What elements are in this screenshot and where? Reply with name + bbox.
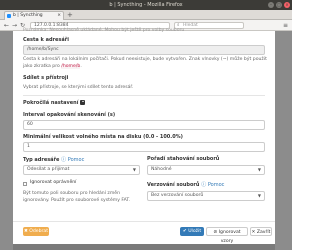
hamburger-menu-icon[interactable]: ≡ xyxy=(283,22,288,29)
share-with-devices-label: Sdílet s přístroji xyxy=(23,75,69,81)
rescan-interval-input[interactable]: 60 xyxy=(23,120,265,130)
window-title: b | Syncthing - Mozilla Firefox xyxy=(109,2,183,8)
search-input[interactable]: ⌕ Hledat xyxy=(174,22,244,29)
tab-strip: b | Syncthing × + xyxy=(0,10,292,20)
check-icon: ✔ xyxy=(182,229,187,234)
collapse-icon[interactable]: – xyxy=(80,100,86,105)
close-button[interactable]: ✕ Zavřít xyxy=(250,227,272,236)
file-versioning-label: Verzování souborů ⓘ Pomoc xyxy=(147,182,225,188)
folder-path-input[interactable]: /home/b/Sync xyxy=(23,45,265,55)
ignore-permissions-checkbox[interactable] xyxy=(23,182,27,186)
remove-folder-button[interactable]: ✖ Odebrat xyxy=(23,227,49,236)
save-button[interactable]: ✔ Uložit xyxy=(180,227,204,236)
file-versioning-value: Bez verzování souborů xyxy=(151,193,204,198)
trash-icon: ✖ xyxy=(23,229,28,234)
advanced-settings-toggle[interactable]: Pokročilá nastavení – xyxy=(23,100,86,106)
folder-type-value: Odesílat a přijímat xyxy=(27,167,70,172)
home-path-code: /home/b xyxy=(61,63,81,69)
search-placeholder: Hledat xyxy=(183,23,198,28)
window-titlebar: b | Syncthing - Mozilla Firefox – □ × xyxy=(0,0,292,10)
folder-type-label: Typ adresáře ⓘ Pomoc xyxy=(23,157,85,163)
min-disk-free-input[interactable]: 1 xyxy=(23,142,265,152)
close-icon: ✕ xyxy=(251,230,256,235)
close-tab-icon[interactable]: × xyxy=(57,12,61,20)
ignore-permissions-label: Ignorovat oprávnění xyxy=(30,180,77,185)
chevron-down-icon: ▼ xyxy=(257,167,261,172)
chevron-down-icon: ▼ xyxy=(132,167,136,172)
rescan-interval-label: Interval opakování skenování (s) xyxy=(23,112,116,118)
tab-title: b | Syncthing xyxy=(13,13,43,18)
share-with-devices-help: Vybrat přístroje, se kterými sdílet tent… xyxy=(23,85,134,90)
new-tab-icon[interactable]: + xyxy=(67,11,73,19)
page-right-edge xyxy=(275,31,292,250)
folder-path-label: Cesta k adresáři xyxy=(23,37,69,43)
pull-order-value: Náhodné xyxy=(151,167,172,172)
pull-order-label: Pořadí stahování souborů xyxy=(147,156,220,162)
divider xyxy=(23,95,265,96)
file-versioning-help-link[interactable]: ⓘ Pomoc xyxy=(201,182,224,188)
min-disk-free-label: Minimální velikost volného místa na disk… xyxy=(23,134,183,140)
filter-icon: ⊘ xyxy=(213,230,218,235)
file-versioning-select[interactable]: Bez verzování souborů ▼ xyxy=(147,191,265,201)
edit-folder-modal: Poznámka: Nesouhlasně ukládané. Mohou bý… xyxy=(13,28,275,244)
close-window-icon[interactable]: × xyxy=(284,2,290,8)
minimize-icon[interactable]: – xyxy=(268,2,274,8)
advanced-settings-label: Pokročilá nastavení xyxy=(23,100,79,106)
forward-icon[interactable]: → xyxy=(12,22,17,29)
folder-type-help-link[interactable]: ⓘ Pomoc xyxy=(61,157,84,163)
ignore-patterns-button[interactable]: ⊘ Ignorovat vzory xyxy=(206,227,248,244)
folder-type-select[interactable]: Odesílat a přijímat ▼ xyxy=(23,165,140,175)
syncthing-favicon-icon xyxy=(7,14,11,18)
pull-order-select[interactable]: Náhodné ▼ xyxy=(147,165,265,175)
folder-path-help: Cesta k adresáři na lokálním počítači. P… xyxy=(23,57,267,69)
page-left-edge xyxy=(0,31,13,250)
maximize-icon[interactable]: □ xyxy=(276,2,282,8)
ignore-permissions-help: Být tomuto poli souboru pro hledání změn… xyxy=(23,191,131,203)
browser-tab[interactable]: b | Syncthing × xyxy=(4,11,64,20)
footer-divider xyxy=(13,221,275,222)
chevron-down-icon: ▼ xyxy=(257,193,261,198)
truncated-text: Poznámka: Nesouhlasně ukládané. Mohou bý… xyxy=(23,28,185,33)
back-icon[interactable]: ← xyxy=(4,22,9,29)
